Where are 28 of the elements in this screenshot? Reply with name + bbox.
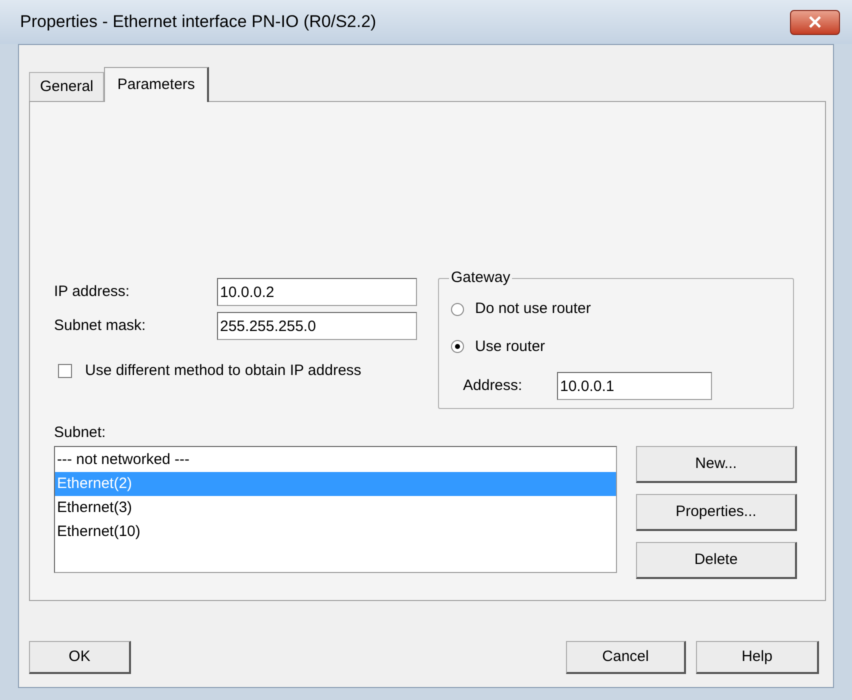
dialog-button[interactable]: Cancel [566, 641, 686, 674]
dialog-button[interactable]: OK [29, 641, 131, 674]
subnet-mask-label: Subnet mask: [54, 316, 147, 336]
list-item[interactable]: Ethernet(3) [55, 496, 616, 520]
address-label: Address: [463, 376, 524, 396]
subnet-label: Subnet: [54, 423, 106, 443]
dialog-button[interactable]: Help [696, 641, 819, 674]
dialog-button[interactable]: Properties... [636, 494, 797, 531]
ip-address-field[interactable]: 10.0.0.2 [217, 278, 417, 306]
radio-label: Do not use router [475, 299, 591, 319]
close-icon [809, 16, 821, 28]
list-item[interactable]: --- not networked --- [55, 448, 616, 472]
tab[interactable]: General [29, 72, 104, 101]
dialog-button[interactable]: New... [636, 446, 797, 483]
subnet-list[interactable]: --- not networked --- Ethernet(2) Ethernet(3) Ethernet(10) [54, 446, 617, 573]
checkbox-label: Use different method to obtain IP address [85, 361, 362, 381]
tab[interactable]: Parameters [104, 67, 209, 102]
close-button[interactable] [790, 10, 840, 34]
list-item[interactable]: Ethernet(10) [55, 520, 616, 544]
ip-address-label: IP address: [54, 282, 131, 302]
window-title: Properties - Ethernet interface PN-IO (R0/S2.2) [20, 11, 376, 34]
radio-button[interactable] [451, 340, 464, 354]
address-field[interactable]: 10.0.0.1 [557, 372, 712, 400]
radio-button[interactable] [451, 302, 464, 316]
radio-label: Use router [475, 336, 546, 356]
subnet-mask-field[interactable]: 255.255.255.0 [217, 312, 417, 340]
checkbox[interactable] [58, 364, 72, 378]
dialog-button[interactable]: Delete [636, 542, 797, 579]
